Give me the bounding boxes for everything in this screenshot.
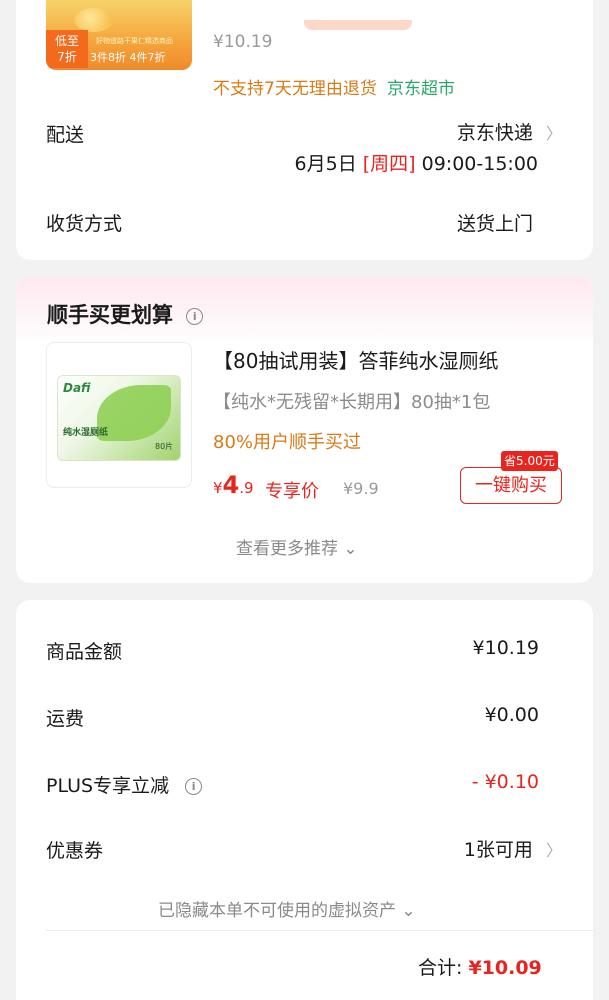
- delivery-time-range: 09:00-15:00: [421, 153, 538, 175]
- receive-method-label: 收货方式: [46, 213, 123, 235]
- store-label[interactable]: 京东超市: [387, 74, 455, 99]
- one-click-buy-button[interactable]: 一键购买: [460, 467, 562, 504]
- order-total: 合计: ¥10.09: [418, 953, 542, 980]
- shipping-value: ¥0.00: [484, 704, 539, 726]
- pack-count: 80片: [155, 442, 174, 451]
- exclusive-price-label: 专享价: [265, 481, 319, 502]
- price-integer: 4: [222, 471, 240, 499]
- chevron-right-icon: 〉: [545, 124, 562, 143]
- section-title-text: 顺手买更划算: [47, 303, 173, 327]
- delivery-date: 6月5日: [294, 153, 357, 175]
- plus-discount-row-label: PLUS专享立减 i: [46, 771, 203, 798]
- savings-badge: 省5.00元: [501, 451, 558, 471]
- delivery-weekday: [周四]: [362, 153, 416, 175]
- goods-amount-label: 商品金额: [46, 641, 123, 663]
- order-item-card: 好物道路干果仁精选商品 低至 7折 3件8折 4件7折 ¥10.19 不支持7天…: [16, 0, 593, 260]
- section-title: 顺手买更划算 i: [47, 299, 204, 329]
- product-price: ¥10.19: [213, 32, 273, 52]
- chevron-right-icon: 〉: [545, 841, 562, 860]
- product-image[interactable]: 好物道路干果仁精选商品 低至 7折 3件8折 4件7折: [46, 0, 192, 70]
- total-label: 合计:: [418, 957, 469, 979]
- total-amount: ¥10.09: [468, 957, 542, 979]
- coupon-row[interactable]: 1张可用 〉: [464, 835, 562, 862]
- addon-product-subtitle: 【纯水*无残留*长期用】80抽*1包: [213, 392, 491, 413]
- hidden-assets-toggle[interactable]: 已隐藏本单不可使用的虚拟资产 ⌄: [158, 896, 416, 921]
- bulk-discount-text: 3件8折 4件7折: [90, 51, 166, 64]
- addon-purchase-stat: 80%用户顺手买过: [213, 432, 362, 453]
- wet-wipes-pack-graphic: Dafi 纯水湿厕纸 80片: [57, 375, 181, 461]
- receive-method-value[interactable]: 送货上门: [457, 209, 533, 236]
- delivery-label: 配送: [46, 124, 85, 146]
- leaf-graphic: [97, 385, 171, 441]
- addon-price: ¥4.9: [213, 471, 254, 499]
- promo-chip: [304, 20, 412, 30]
- price-decimal: .9: [239, 479, 254, 497]
- info-icon[interactable]: i: [185, 778, 203, 795]
- discount-badge: 低至 7折: [46, 30, 88, 68]
- price-summary-card: 商品金额 ¥10.19 运费 ¥0.00 PLUS专享立减 i - ¥0.10 …: [16, 600, 593, 1000]
- addon-recommendation-card: 顺手买更划算 i Dafi 纯水湿厕纸 80片 【80抽试用装】答菲纯水湿厕纸 …: [16, 277, 593, 583]
- addon-product-title[interactable]: 【80抽试用装】答菲纯水湿厕纸: [213, 345, 498, 374]
- info-icon[interactable]: i: [186, 308, 204, 325]
- brand-logo: Dafi: [63, 381, 91, 395]
- product-image-tagline: 好物道路干果仁精选商品: [96, 37, 173, 45]
- plus-discount-value: - ¥0.10: [471, 771, 539, 793]
- delivery-carrier: 京东快递: [456, 122, 533, 144]
- return-policy-note: 不支持7天无理由退货: [213, 79, 377, 99]
- plus-discount-label: PLUS专享立减: [46, 775, 170, 797]
- addon-product-image[interactable]: Dafi 纯水湿厕纸 80片: [46, 342, 192, 488]
- coupon-label: 优惠券: [46, 840, 104, 862]
- pack-label: 纯水湿厕纸: [63, 428, 109, 438]
- product-image-graphic: [74, 8, 114, 32]
- goods-amount-value: ¥10.19: [472, 637, 539, 659]
- discount-badge-line1: 低至: [54, 34, 79, 48]
- coupon-value: 1张可用: [463, 839, 533, 861]
- discount-badge-line2: 7折: [57, 50, 77, 64]
- shipping-label: 运费: [46, 708, 85, 730]
- delivery-time[interactable]: 6月5日 [周四] 09:00-15:00: [295, 149, 538, 176]
- view-more-button[interactable]: 查看更多推荐 ⌄: [236, 534, 358, 559]
- delivery-carrier-row[interactable]: 京东快递 〉: [457, 118, 562, 145]
- price-symbol: ¥: [213, 479, 223, 497]
- original-price: ¥9.9: [343, 479, 379, 498]
- divider: [46, 930, 593, 931]
